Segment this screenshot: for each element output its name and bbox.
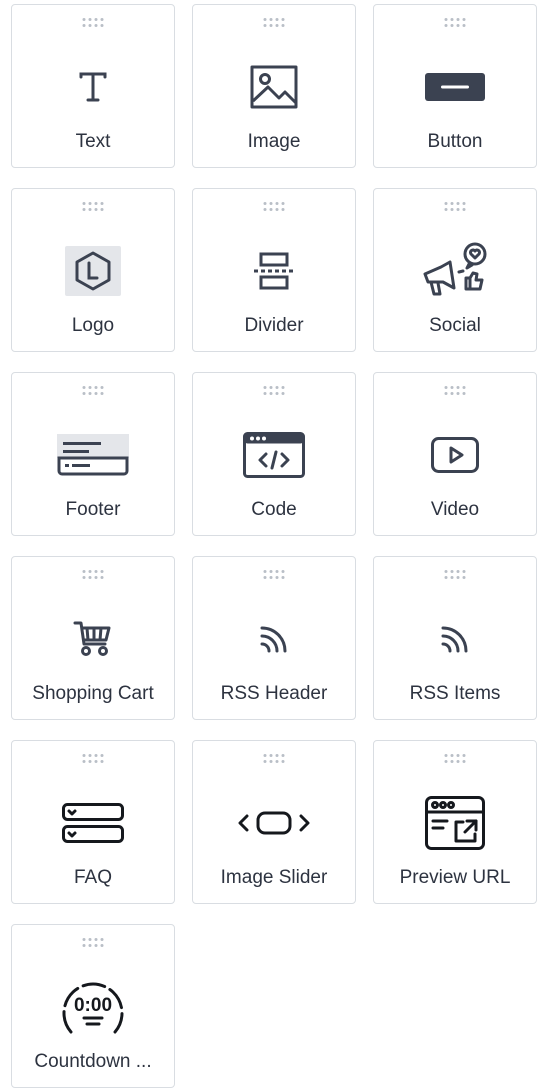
block-tile-code[interactable]: Code (192, 372, 356, 536)
block-label: Text (75, 131, 111, 152)
drag-handle-icon[interactable] (82, 18, 104, 27)
preview-url-icon (419, 791, 491, 855)
block-tile-footer[interactable]: Footer (11, 372, 175, 536)
social-icon (419, 239, 491, 303)
block-tile-preview-url[interactable]: Preview URL (373, 740, 537, 904)
drag-handle-icon[interactable] (444, 386, 466, 395)
logo-icon (57, 239, 129, 303)
drag-handle-icon[interactable] (82, 386, 104, 395)
block-label: Social (429, 315, 481, 336)
block-tile-image-slider[interactable]: Image Slider (192, 740, 356, 904)
block-label: Logo (71, 315, 115, 336)
block-label: Preview URL (399, 867, 511, 888)
drag-handle-icon[interactable] (263, 202, 285, 211)
block-tile-social[interactable]: Social (373, 188, 537, 352)
countdown-icon: 0:00 (57, 975, 129, 1039)
image-icon (238, 55, 310, 119)
block-tile-text[interactable]: Text (11, 4, 175, 168)
block-label: Image (247, 131, 301, 152)
text-icon (57, 55, 129, 119)
block-tile-image[interactable]: Image (192, 4, 356, 168)
drag-handle-icon[interactable] (444, 570, 466, 579)
content-blocks-grid: Text Image Button Logo Divider Social Fo… (11, 4, 537, 1088)
drag-handle-icon[interactable] (263, 18, 285, 27)
block-label: Video (430, 499, 480, 520)
block-label: RSS Items (409, 683, 501, 704)
block-tile-faq[interactable]: FAQ (11, 740, 175, 904)
block-label: Countdown ... (34, 1051, 152, 1072)
block-tile-rss-header[interactable]: RSS Header (192, 556, 356, 720)
divider-icon (238, 239, 310, 303)
block-tile-logo[interactable]: Logo (11, 188, 175, 352)
rss-icon (238, 607, 310, 671)
block-tile-button[interactable]: Button (373, 4, 537, 168)
svg-text:0:00: 0:00 (74, 995, 112, 1016)
drag-handle-icon[interactable] (82, 202, 104, 211)
image-slider-icon (238, 791, 310, 855)
button-icon (419, 55, 491, 119)
drag-handle-icon[interactable] (263, 570, 285, 579)
block-label: Footer (65, 499, 121, 520)
shopping-cart-icon (57, 607, 129, 671)
rss-icon (419, 607, 491, 671)
drag-handle-icon[interactable] (82, 938, 104, 947)
block-label: Image Slider (220, 867, 328, 888)
block-tile-divider[interactable]: Divider (192, 188, 356, 352)
faq-icon (57, 791, 129, 855)
block-label: Shopping Cart (32, 683, 154, 704)
footer-icon (57, 423, 129, 487)
block-label: Code (251, 499, 297, 520)
drag-handle-icon[interactable] (444, 18, 466, 27)
code-icon (238, 423, 310, 487)
block-tile-countdown[interactable]: 0:00 Countdown ... (11, 924, 175, 1088)
block-tile-rss-items[interactable]: RSS Items (373, 556, 537, 720)
drag-handle-icon[interactable] (82, 570, 104, 579)
block-label: Divider (244, 315, 304, 336)
block-label: Button (427, 131, 483, 152)
block-label: RSS Header (220, 683, 328, 704)
drag-handle-icon[interactable] (263, 386, 285, 395)
block-label: FAQ (73, 867, 112, 888)
block-tile-video[interactable]: Video (373, 372, 537, 536)
drag-handle-icon[interactable] (82, 754, 104, 763)
video-icon (419, 423, 491, 487)
drag-handle-icon[interactable] (444, 754, 466, 763)
drag-handle-icon[interactable] (444, 202, 466, 211)
drag-handle-icon[interactable] (263, 754, 285, 763)
block-tile-shopping-cart[interactable]: Shopping Cart (11, 556, 175, 720)
